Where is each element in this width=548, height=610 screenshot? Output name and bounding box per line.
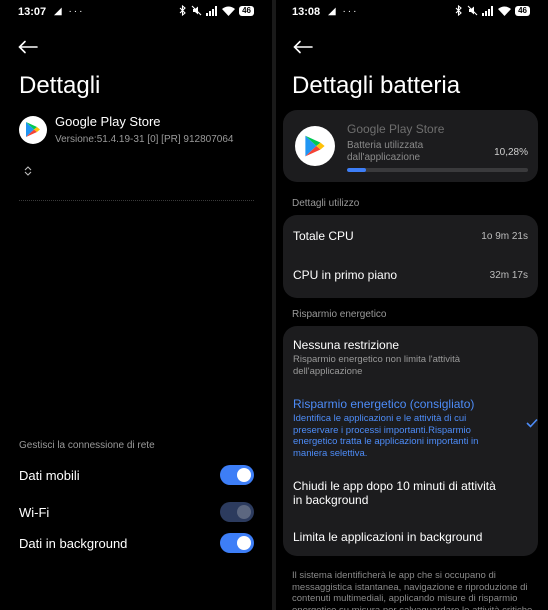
mobile-data-switch[interactable]	[220, 465, 254, 485]
app-name: Google Play Store	[347, 122, 445, 136]
usage-details-heading: Dettagli utilizzo	[292, 198, 360, 209]
detail-value: 1o 9m 21s	[481, 230, 528, 242]
page-title: Dettagli batteria	[292, 72, 461, 99]
expand-collapse-icon[interactable]	[24, 166, 32, 179]
usage-progress-bar	[347, 168, 528, 172]
usage-details-card: Totale CPU 1o 9m 21s CPU in primo piano …	[283, 215, 538, 298]
mute-icon	[467, 5, 478, 16]
option-description: Identifica le applicazioni e le attività…	[293, 413, 479, 459]
status-bar: 13:08 ◢ ··· 46	[276, 0, 548, 24]
option-title: Risparmio energetico (consigliato)	[293, 397, 475, 411]
mute-icon	[191, 5, 202, 16]
battery-icon: 46	[515, 5, 530, 16]
app-name: Google Play Store	[55, 114, 161, 129]
battery-usage-card: Google Play Store Batteria utilizzata da…	[283, 110, 538, 182]
app-version: Versione:51.4.19-31 [0] [PR] 912807064	[55, 134, 234, 145]
detail-label: CPU in primo piano	[293, 268, 398, 282]
power-saver-card: Nessuna restrizione Risparmio energetico…	[283, 326, 538, 556]
saver-option-limit-background[interactable]: Limita le applicazioni in background	[293, 530, 528, 544]
system-icons: 46	[455, 5, 530, 16]
network-section-label: Gestisci la connessione di rete	[19, 440, 155, 451]
checkmark-icon	[526, 418, 538, 428]
status-time: 13:08	[292, 6, 321, 18]
wifi-icon	[222, 6, 236, 16]
section-divider	[19, 200, 254, 201]
toggle-label: Dati mobili	[19, 467, 80, 483]
app-info: Google Play Store Versione:51.4.19-31 [0…	[19, 114, 233, 145]
app-text: Google Play Store Versione:51.4.19-31 [0…	[55, 114, 233, 145]
toggle-row-wifi[interactable]: Wi-Fi	[19, 500, 254, 524]
usage-percent: 10,28%	[494, 147, 528, 158]
battery-details-screen: 13:08 ◢ ··· 46 Dettagli batteria Google …	[276, 0, 548, 610]
toggle-row-mobile-data[interactable]: Dati mobili	[19, 463, 254, 487]
power-saver-footnote: Il sistema identificherà le app che si o…	[292, 570, 533, 610]
play-store-icon	[305, 135, 325, 157]
detail-label: Totale CPU	[293, 229, 354, 243]
app-logo	[295, 126, 335, 166]
page-title: Dettagli	[19, 72, 101, 99]
status-bar: 13:07 ◢ ··· 46	[0, 0, 272, 24]
play-store-icon	[26, 122, 40, 137]
status-time: 13:07	[18, 6, 47, 18]
bluetooth-icon	[455, 5, 462, 16]
battery-icon: 46	[239, 5, 254, 16]
detail-row-foreground-cpu: CPU in primo piano 32m 17s	[293, 265, 528, 285]
detail-row-total-cpu: Totale CPU 1o 9m 21s	[293, 226, 528, 246]
saver-option-close-after-10min[interactable]: Chiudi le app dopo 10 minuti di attività…	[293, 479, 508, 507]
app-details-screen: 13:07 ◢ ··· 46 Dettagli Google Play Stor…	[0, 0, 272, 610]
back-arrow-icon[interactable]	[293, 40, 313, 54]
option-title: Nessuna restrizione	[293, 338, 400, 352]
wifi-icon	[498, 6, 512, 16]
power-saver-heading: Risparmio energetico	[292, 309, 387, 320]
saver-option-recommended[interactable]: Risparmio energetico (consigliato) Ident…	[293, 397, 528, 459]
option-description: Risparmio energetico non limita l'attivi…	[293, 354, 461, 377]
detail-value: 32m 17s	[489, 269, 528, 281]
usage-progress-fill	[347, 168, 366, 172]
app-logo	[19, 115, 47, 144]
toggle-label: Dati in background	[19, 535, 128, 551]
background-data-switch[interactable]	[220, 533, 254, 553]
wifi-switch[interactable]	[220, 502, 254, 522]
notification-icons: ◢ ···	[54, 6, 85, 17]
signal-icon	[206, 5, 218, 16]
system-icons: 46	[179, 5, 254, 16]
option-title: Chiudi le app dopo 10 minuti di attività…	[293, 479, 496, 507]
option-title: Limita le applicazioni in background	[293, 530, 483, 544]
saver-option-no-restriction[interactable]: Nessuna restrizione Risparmio energetico…	[293, 338, 528, 377]
usage-description: Batteria utilizzata dall'applicazione	[347, 140, 424, 163]
toggle-row-background-data[interactable]: Dati in background	[19, 531, 254, 555]
signal-icon	[482, 5, 494, 16]
bluetooth-icon	[179, 5, 186, 16]
toggle-label: Wi-Fi	[19, 504, 50, 520]
back-arrow-icon[interactable]	[18, 40, 38, 54]
notification-icons: ◢ ···	[328, 6, 359, 17]
